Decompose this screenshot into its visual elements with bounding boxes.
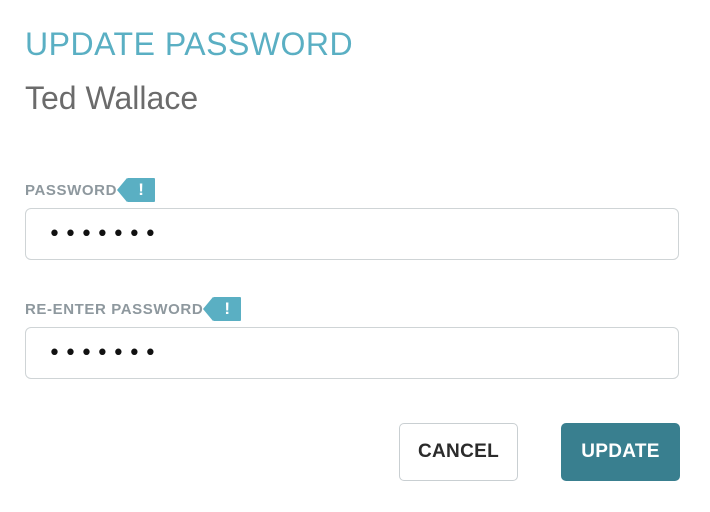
update-button[interactable]: UPDATE <box>561 423 680 481</box>
update-password-dialog: UPDATE PASSWORD Ted Wallace PASSWORD ! R… <box>0 0 710 512</box>
password-label: PASSWORD <box>25 181 118 199</box>
password-input[interactable] <box>25 208 679 260</box>
dialog-title: UPDATE PASSWORD <box>25 26 354 62</box>
reenter-password-label-row: RE-ENTER PASSWORD ! <box>25 296 242 322</box>
cancel-button[interactable]: CANCEL <box>399 423 518 481</box>
exclamation-icon: ! <box>117 178 156 202</box>
exclamation-icon: ! <box>203 297 242 321</box>
reenter-password-input[interactable] <box>25 327 679 379</box>
reenter-password-label: RE-ENTER PASSWORD <box>25 300 204 318</box>
password-label-row: PASSWORD ! <box>25 177 156 203</box>
user-name: Ted Wallace <box>25 80 199 116</box>
